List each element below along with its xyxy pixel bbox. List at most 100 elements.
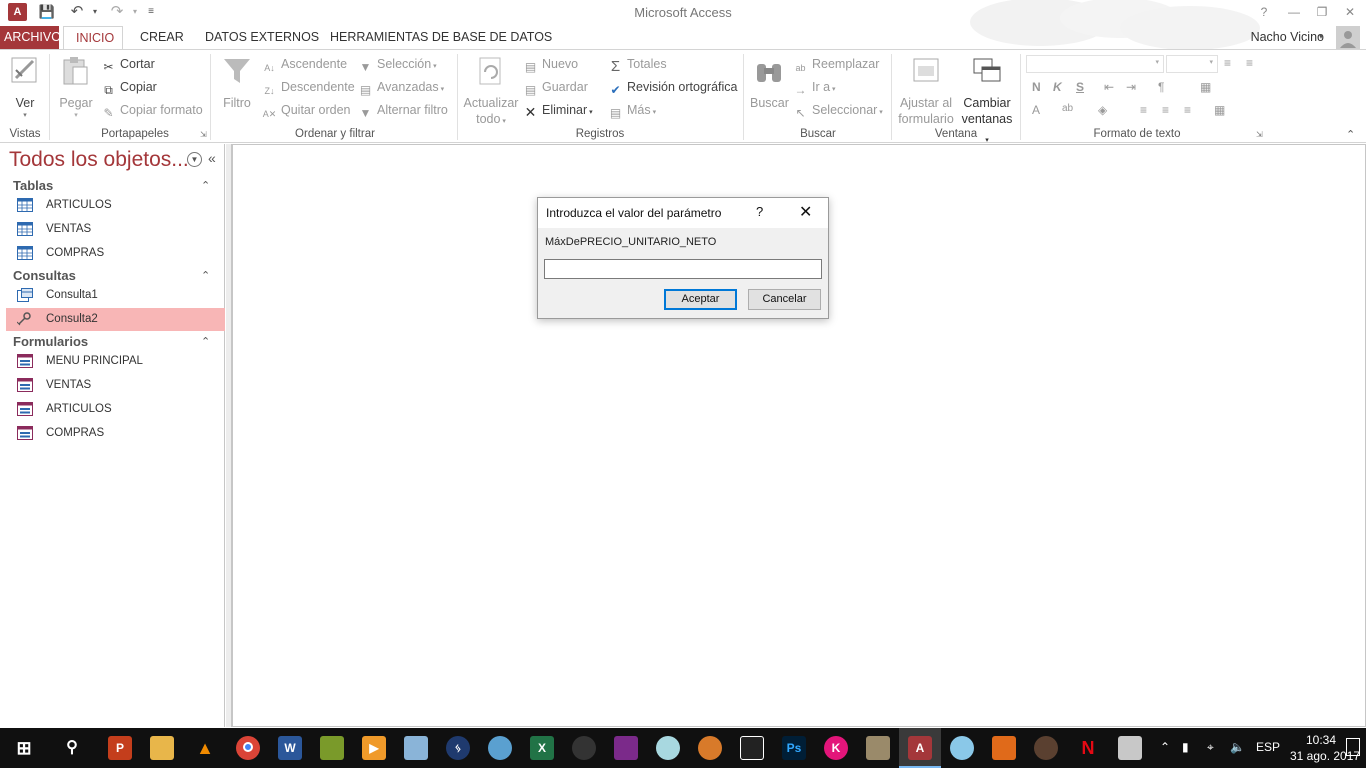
quitar-orden-button[interactable]: A✕ Quitar orden: [262, 103, 351, 122]
nav-query-consulta1[interactable]: Consulta1: [6, 284, 225, 307]
underline-button[interactable]: S: [1076, 80, 1084, 94]
clock-time[interactable]: 10:34: [1306, 733, 1336, 747]
tab-inicio[interactable]: INICIO: [63, 26, 123, 50]
app-icon[interactable]: [866, 736, 890, 760]
minimize-button[interactable]: —: [1282, 2, 1306, 22]
paint-icon[interactable]: [488, 736, 512, 760]
bold-button[interactable]: N: [1032, 80, 1041, 94]
seleccionar-button[interactable]: ↖ Seleccionar ▾: [793, 103, 882, 121]
nav-table-compras[interactable]: COMPRAS: [6, 242, 225, 265]
access-icon[interactable]: A: [908, 736, 932, 760]
reemplazar-button[interactable]: ab Reemplazar: [793, 57, 879, 76]
battery-icon[interactable]: ▮: [1182, 740, 1189, 754]
vlc-icon[interactable]: ▲: [193, 736, 217, 760]
alternar-filtro-button[interactable]: ▼ Alternar filtro: [358, 103, 448, 121]
revision-ortografica-button[interactable]: ✔ Revisión ortográfica: [608, 80, 737, 98]
avatar[interactable]: [1336, 26, 1360, 50]
bullets-icon[interactable]: ≡: [1224, 56, 1231, 70]
paragraph-direction-icon[interactable]: ¶: [1158, 80, 1164, 94]
actualizar-todo-button[interactable]: Actualizar todo ▾: [463, 56, 519, 130]
app-icon[interactable]: [1034, 736, 1058, 760]
language-indicator[interactable]: ESP: [1256, 740, 1280, 754]
eliminar-button[interactable]: ✕ Eliminar ▾: [523, 103, 593, 120]
close-window-button[interactable]: ✕: [1338, 2, 1362, 22]
highlight-icon[interactable]: ab: [1062, 103, 1073, 114]
volume-icon[interactable]: 🔈: [1230, 740, 1245, 754]
aceptar-button[interactable]: Aceptar: [664, 289, 737, 310]
app-icon[interactable]: [950, 736, 974, 760]
media-player-icon[interactable]: ▶: [362, 736, 386, 760]
netflix-icon[interactable]: N: [1076, 736, 1100, 760]
align-left-icon[interactable]: ≡: [1140, 103, 1147, 117]
buscar-button[interactable]: Buscar: [750, 56, 789, 111]
align-right-icon[interactable]: ≡: [1184, 103, 1191, 117]
numbering-icon[interactable]: ≡: [1246, 56, 1253, 70]
search-icon[interactable]: ⚲: [60, 736, 84, 760]
cancelar-button[interactable]: Cancelar: [748, 289, 821, 310]
section-header-formularios[interactable]: Formularios: [13, 334, 88, 349]
app-icon[interactable]: [1118, 736, 1142, 760]
ir-a-button[interactable]: → Ir a ▾: [793, 80, 836, 98]
cortar-button[interactable]: ✂ Cortar: [101, 57, 154, 75]
dialog-close-icon[interactable]: ✕: [799, 202, 812, 222]
dialog-help-button[interactable]: ?: [756, 204, 763, 219]
mas-button[interactable]: ▤ Más ▾: [608, 103, 656, 121]
powerpoint-icon[interactable]: P: [108, 736, 132, 760]
ascendente-button[interactable]: A↓ Ascendente: [262, 57, 347, 76]
nuevo-button[interactable]: ▤ Nuevo: [523, 57, 578, 75]
nav-form-compras[interactable]: COMPRAS: [6, 422, 225, 445]
collapse-nav-pane-icon[interactable]: «: [208, 150, 216, 166]
totales-button[interactable]: Σ Totales: [608, 57, 667, 74]
collapse-ribbon-icon[interactable]: ⌃: [1346, 128, 1355, 141]
font-size-combo[interactable]: ▾: [1166, 55, 1218, 73]
wifi-icon[interactable]: ⌖: [1207, 740, 1214, 755]
tab-archivo[interactable]: ARCHIVO: [0, 26, 61, 50]
app-icon[interactable]: [404, 736, 428, 760]
collapse-section-icon[interactable]: ⌃: [201, 179, 210, 192]
nav-menu-chevron-icon[interactable]: ▼: [187, 152, 202, 167]
gridlines-icon[interactable]: ▦: [1200, 80, 1211, 94]
app-icon[interactable]: [572, 736, 596, 760]
guardar-button[interactable]: ▤ Guardar: [523, 80, 588, 98]
show-hidden-icons-icon[interactable]: ⌃: [1160, 740, 1170, 754]
start-icon[interactable]: ⊞: [12, 736, 36, 760]
section-header-consultas[interactable]: Consultas: [13, 268, 76, 283]
collapse-section-icon[interactable]: ⌃: [201, 269, 210, 282]
font-name-combo[interactable]: ▾: [1026, 55, 1164, 73]
excel-icon[interactable]: X: [530, 736, 554, 760]
winrar-icon[interactable]: [614, 736, 638, 760]
avanzadas-button[interactable]: ▤ Avanzadas ▾: [358, 80, 444, 98]
user-name[interactable]: Nacho Vicino: [1251, 30, 1324, 44]
nav-form-menu-principal[interactable]: MENU PRINCIPAL: [6, 350, 225, 373]
decrease-indent-icon[interactable]: ⇤: [1104, 80, 1114, 94]
italic-button[interactable]: K: [1053, 80, 1062, 94]
ver-button[interactable]: Ver ▾: [8, 56, 42, 119]
seleccion-button[interactable]: ▼ Selección ▾: [358, 57, 437, 75]
copiar-formato-button[interactable]: ✎ Copiar formato: [101, 103, 202, 121]
user-dropdown-icon[interactable]: ▾: [1319, 32, 1323, 41]
nav-table-ventas[interactable]: VENTAS: [6, 218, 225, 241]
tab-crear[interactable]: CREAR: [131, 26, 193, 50]
notifications-icon[interactable]: [1346, 738, 1360, 756]
photoshop-icon[interactable]: Ps: [782, 736, 806, 760]
filtro-button[interactable]: Filtro: [219, 56, 255, 111]
nav-form-ventas[interactable]: VENTAS: [6, 374, 225, 397]
parameter-value-input[interactable]: [544, 259, 822, 279]
copiar-button[interactable]: ⧉ Copiar: [101, 80, 157, 98]
section-header-tablas[interactable]: Tablas: [13, 178, 53, 193]
bluetooth-icon[interactable]: ᛃ: [446, 736, 470, 760]
align-center-icon[interactable]: ≡: [1162, 103, 1169, 117]
font-color-icon[interactable]: A: [1032, 103, 1040, 117]
app-icon[interactable]: [740, 736, 764, 760]
word-icon[interactable]: W: [278, 736, 302, 760]
app-icon[interactable]: [698, 736, 722, 760]
chrome-icon[interactable]: [236, 736, 260, 760]
ajustar-formulario-button[interactable]: Ajustar al formulario: [896, 56, 956, 127]
portapapeles-launcher-icon[interactable]: ⇲: [200, 130, 207, 139]
k-icon[interactable]: K: [824, 736, 848, 760]
fill-color-icon[interactable]: ◈: [1098, 103, 1107, 117]
app-icon[interactable]: [992, 736, 1016, 760]
app-icon[interactable]: [320, 736, 344, 760]
tab-datos-externos[interactable]: DATOS EXTERNOS: [196, 26, 328, 50]
nav-query-consulta2[interactable]: Consulta2: [6, 308, 225, 331]
